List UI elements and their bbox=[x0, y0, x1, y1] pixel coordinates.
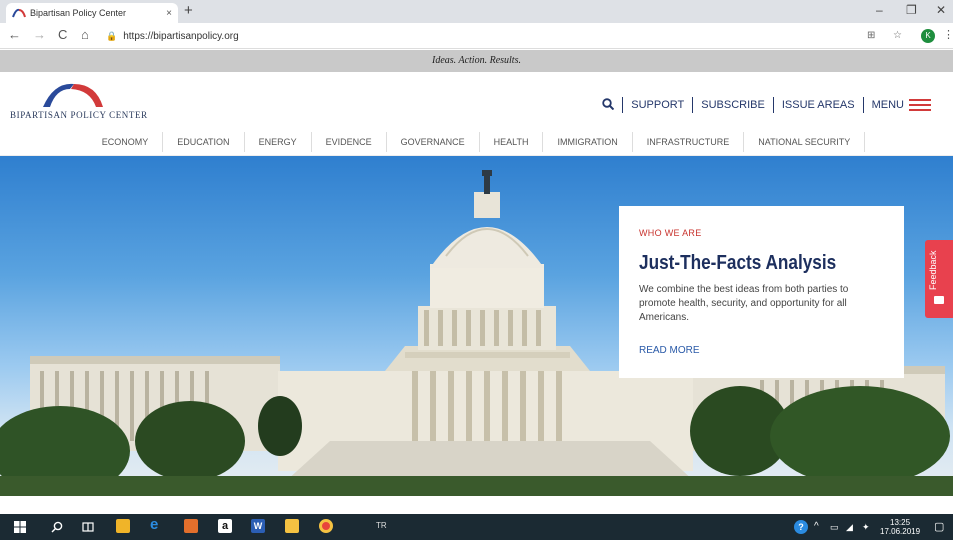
support-link[interactable]: SUPPORT bbox=[631, 99, 684, 111]
paint-app-icon[interactable] bbox=[184, 519, 198, 533]
search-icon[interactable] bbox=[51, 521, 63, 533]
site-favicon-icon bbox=[12, 8, 26, 18]
edge-browser-icon[interactable]: e bbox=[150, 517, 164, 532]
notifications-icon[interactable]: ▢ bbox=[934, 520, 944, 534]
profile-avatar[interactable]: K bbox=[921, 29, 935, 43]
maximize-button[interactable]: ❐ bbox=[906, 3, 917, 17]
category-infrastructure[interactable]: INFRASTRUCTURE bbox=[633, 131, 745, 152]
browser-tab[interactable]: Bipartisan Policy Center × bbox=[6, 3, 178, 23]
top-nav: SUPPORT SUBSCRIBE ISSUE AREAS MENU bbox=[602, 96, 931, 114]
card-title: Just-The-Facts Analysis bbox=[639, 252, 837, 274]
nav-divider bbox=[692, 97, 694, 113]
feedback-tab[interactable]: Feedback bbox=[925, 240, 953, 318]
nav-divider bbox=[862, 97, 864, 113]
store-app-icon[interactable] bbox=[285, 519, 299, 533]
file-explorer-icon[interactable] bbox=[116, 519, 130, 533]
tab-title: Bipartisan Policy Center bbox=[30, 8, 127, 18]
browser-menu-icon[interactable]: ⋮ bbox=[943, 28, 953, 41]
subscribe-link[interactable]: SUBSCRIBE bbox=[701, 99, 765, 111]
system-clock[interactable]: 13:25 17.06.2019 bbox=[880, 518, 920, 536]
battery-icon[interactable]: ▭ bbox=[830, 520, 839, 534]
category-immigration[interactable]: IMMIGRATION bbox=[543, 131, 633, 152]
card-eyebrow: WHO WE ARE bbox=[639, 228, 702, 238]
url-text: https://bipartisanpolicy.org bbox=[123, 31, 239, 42]
windows-taskbar: e a W TR ? ^ ▭ ◢ ✦ 13:25 17.06.2019 ▢ bbox=[0, 514, 953, 540]
amazon-app-icon[interactable]: a bbox=[218, 519, 232, 533]
category-health[interactable]: HEALTH bbox=[480, 131, 544, 152]
task-view-icon[interactable] bbox=[82, 521, 94, 533]
close-window-button[interactable]: ✕ bbox=[936, 3, 946, 17]
site-header: BIPARTISAN POLICY CENTER SUPPORT SUBSCRI… bbox=[0, 72, 953, 128]
forward-button[interactable]: → bbox=[33, 28, 46, 42]
category-governance[interactable]: GOVERNANCE bbox=[387, 131, 480, 152]
feedback-label: Feedback bbox=[928, 250, 938, 290]
new-tab-button[interactable]: + bbox=[184, 2, 193, 20]
category-economy[interactable]: ECONOMY bbox=[88, 131, 164, 152]
category-energy[interactable]: ENERGY bbox=[245, 131, 312, 152]
tab-close-icon[interactable]: × bbox=[166, 8, 172, 19]
reload-button[interactable]: C bbox=[58, 28, 67, 42]
help-icon[interactable]: ? bbox=[794, 520, 808, 534]
category-education[interactable]: EDUCATION bbox=[163, 131, 245, 152]
hamburger-menu-icon[interactable] bbox=[909, 96, 931, 114]
home-button[interactable]: ⌂ bbox=[81, 28, 89, 42]
minimize-button[interactable]: – bbox=[876, 3, 883, 17]
keyboard-language[interactable]: TR bbox=[376, 521, 387, 530]
browser-toolbar: ← → C ⌂ 🔒 https://bipartisanpolicy.org ⊞… bbox=[0, 23, 953, 49]
feedback-icon bbox=[934, 296, 944, 304]
read-more-link[interactable]: READ MORE bbox=[639, 345, 884, 356]
card-body: We combine the best ideas from both part… bbox=[639, 284, 849, 323]
browser-tabstrip: Bipartisan Policy Center × + – ❐ ✕ bbox=[0, 0, 953, 23]
windows-start-icon[interactable] bbox=[14, 521, 26, 533]
nav-divider bbox=[622, 97, 624, 113]
content-divider bbox=[0, 496, 953, 514]
category-nav: ECONOMY EDUCATION ENERGY EVIDENCE GOVERN… bbox=[0, 128, 953, 156]
hero-info-card: WHO WE ARE Just-The-Facts Analysis We co… bbox=[619, 206, 904, 378]
bpc-logo-icon[interactable] bbox=[40, 80, 106, 108]
clock-time: 13:25 bbox=[890, 518, 911, 527]
chrome-app-icon[interactable] bbox=[319, 519, 333, 533]
translate-icon[interactable]: ⊞ bbox=[867, 30, 875, 41]
word-app-icon[interactable]: W bbox=[251, 519, 265, 533]
network-icon[interactable]: ◢ bbox=[846, 520, 853, 534]
tray-chevron-icon[interactable]: ^ bbox=[814, 520, 819, 534]
back-button[interactable]: ← bbox=[8, 28, 21, 42]
screen: Bipartisan Policy Center × + – ❐ ✕ ← → C… bbox=[0, 0, 953, 540]
category-evidence[interactable]: EVIDENCE bbox=[312, 131, 387, 152]
clock-date: 17.06.2019 bbox=[880, 527, 921, 536]
menu-link[interactable]: MENU bbox=[872, 99, 904, 111]
bookmark-star-icon[interactable]: ☆ bbox=[893, 30, 902, 41]
address-bar[interactable]: 🔒 https://bipartisanpolicy.org bbox=[106, 27, 936, 46]
dropbox-icon[interactable]: ✦ bbox=[862, 520, 870, 534]
logo-wordmark[interactable]: BIPARTISAN POLICY CENTER bbox=[10, 110, 148, 120]
nav-divider bbox=[772, 97, 774, 113]
lock-icon: 🔒 bbox=[106, 31, 118, 41]
site-tagline: Ideas. Action. Results. bbox=[0, 50, 953, 72]
search-icon[interactable] bbox=[602, 97, 615, 113]
issue-areas-link[interactable]: ISSUE AREAS bbox=[782, 99, 855, 111]
category-national-security[interactable]: NATIONAL SECURITY bbox=[744, 131, 866, 152]
